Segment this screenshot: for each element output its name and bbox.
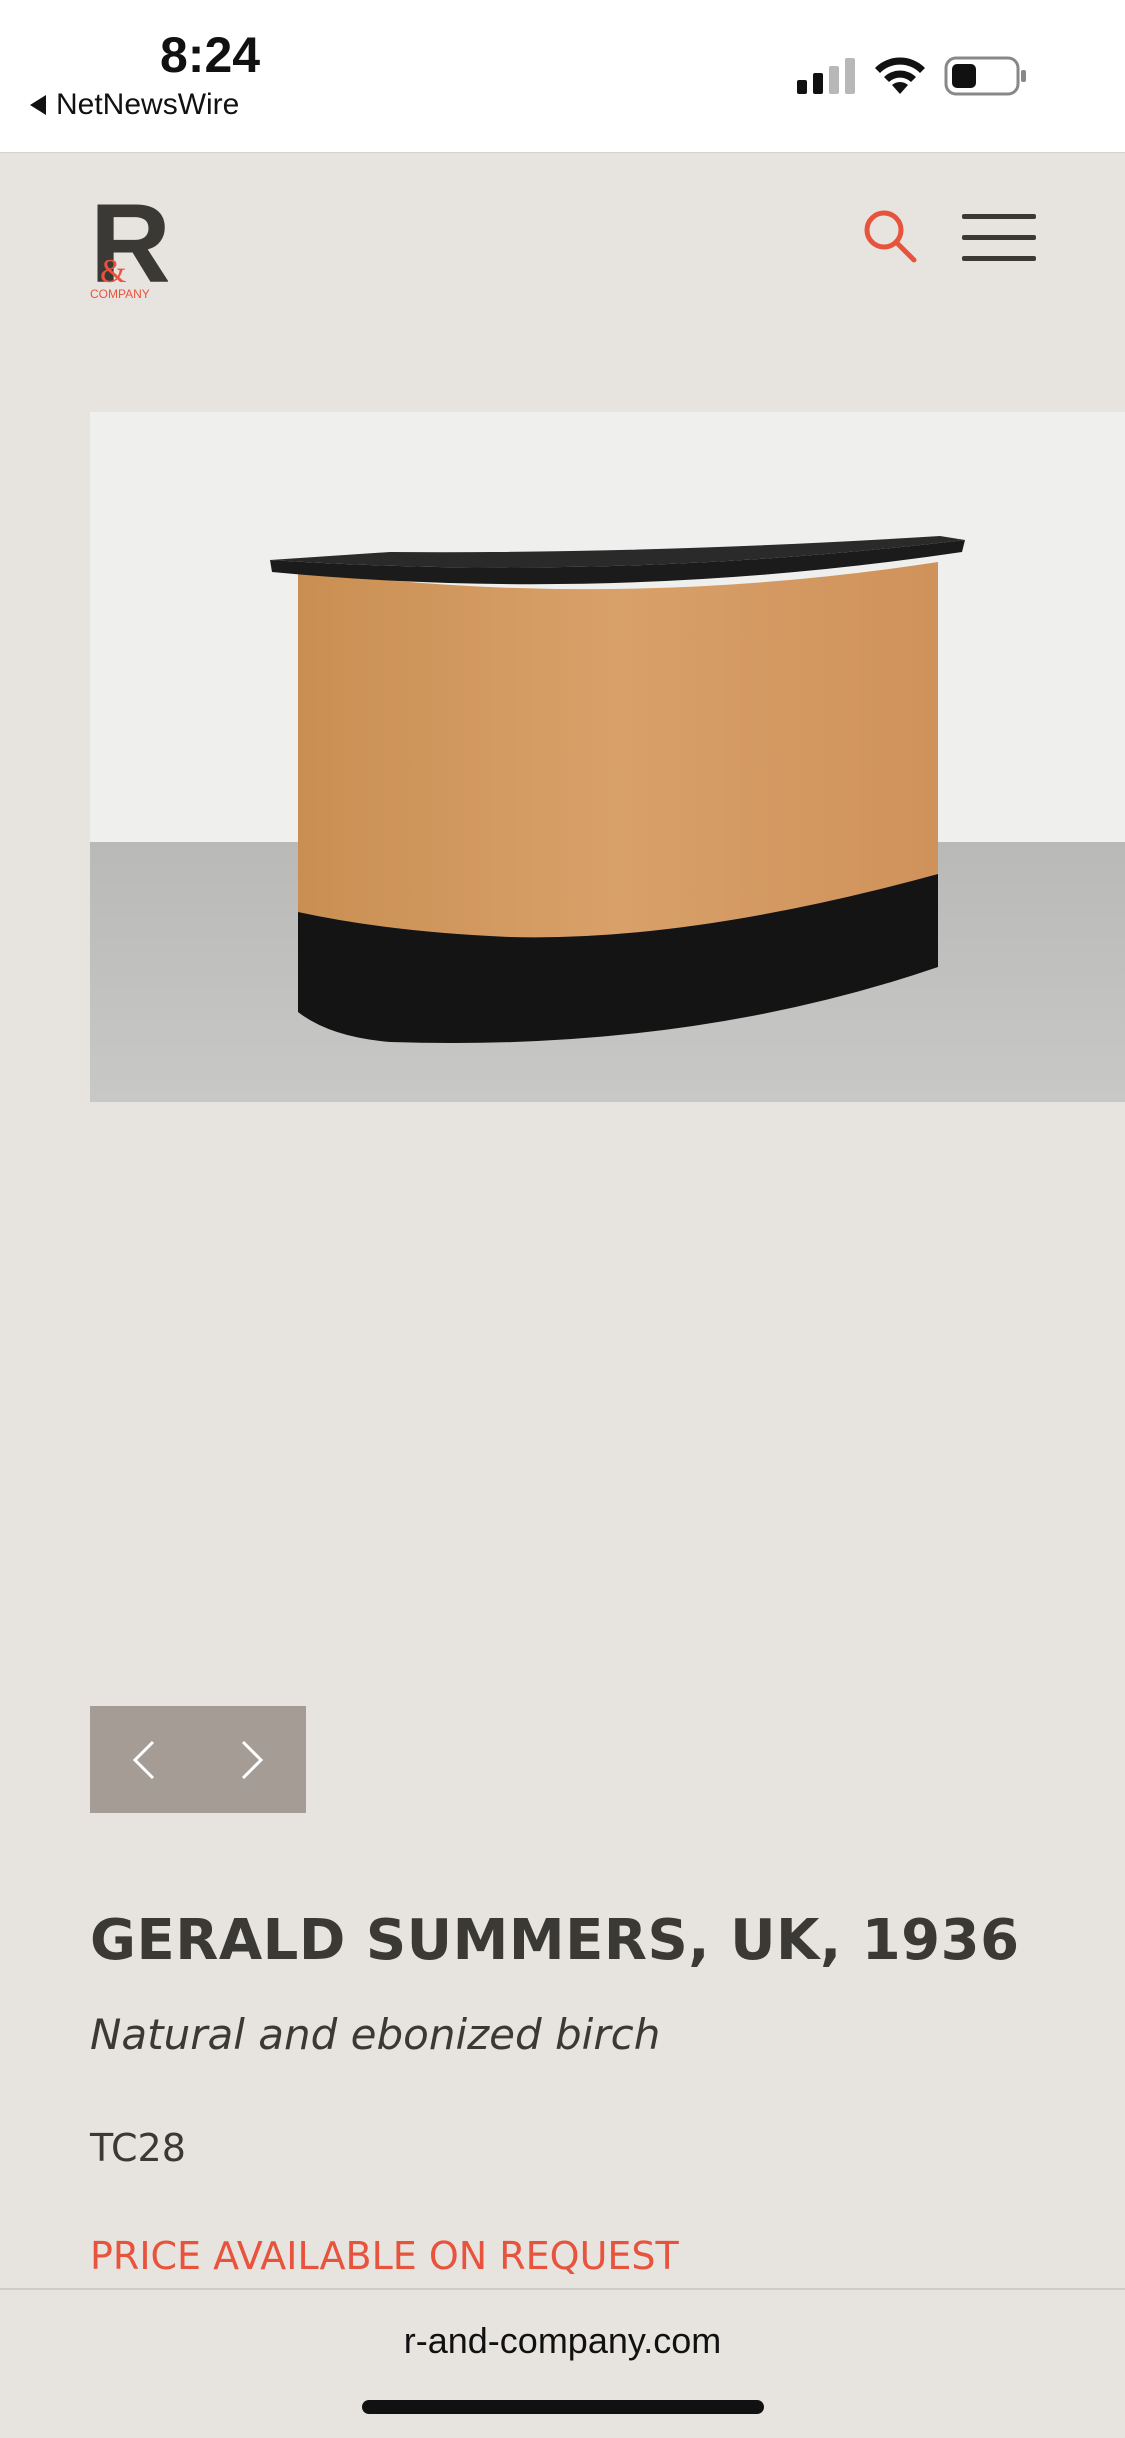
price-request-link[interactable]: PRICE AVAILABLE ON REQUEST [90, 2234, 679, 2278]
product-image[interactable] [90, 412, 1125, 1102]
product-title: GERALD SUMMERS, UK, 1936 [90, 1908, 1020, 1973]
battery-icon [944, 56, 1026, 96]
carousel-next-button[interactable] [198, 1706, 306, 1813]
r-and-company-logo[interactable]: R & COMPANY [90, 190, 168, 302]
browser-url-bar: r-and-company.com [0, 2288, 1125, 2438]
svg-text:&: & [100, 253, 126, 290]
wifi-icon [875, 57, 925, 94]
chevron-left-icon [132, 1740, 155, 1779]
back-app-label: NetNewsWire [56, 88, 240, 121]
menu-button[interactable] [962, 214, 1036, 262]
product-material: Natural and ebonized birch [90, 2010, 661, 2059]
carousel-controls [90, 1706, 306, 1813]
back-arrow-icon [30, 95, 46, 115]
carousel-prev-button[interactable] [90, 1706, 198, 1813]
status-bar: 8:24 NetNewsWire [0, 0, 1125, 153]
search-icon [864, 210, 917, 263]
back-to-app-link[interactable]: NetNewsWire [30, 88, 239, 122]
menu-line-icon [962, 256, 1036, 261]
product-reference: TC28 [90, 2126, 186, 2170]
status-time: 8:24 [160, 27, 261, 83]
svg-text:COMPANY: COMPANY [90, 287, 150, 301]
menu-line-icon [962, 235, 1036, 240]
cellular-signal-icon [797, 58, 855, 94]
search-button[interactable] [860, 206, 920, 266]
chevron-right-icon [241, 1740, 264, 1779]
url-label[interactable]: r-and-company.com [0, 2320, 1125, 2362]
menu-line-icon [962, 214, 1036, 219]
home-indicator[interactable] [362, 2400, 764, 2414]
